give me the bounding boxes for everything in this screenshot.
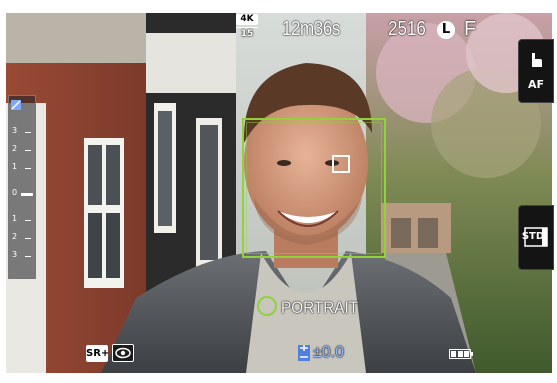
recording-time-remaining: 12m36s [282, 18, 340, 40]
resolution-label: 4K [236, 14, 258, 25]
scale-tick [25, 238, 31, 239]
battery-cell [451, 351, 456, 357]
scale-label: 1 [12, 162, 18, 171]
exposure-compensation-value: ±0.0 [313, 344, 345, 361]
frames-remaining: 2516 [388, 18, 426, 40]
af-button-label: AF [527, 78, 545, 91]
af-touch-button[interactable]: AF [518, 39, 554, 103]
image-size-icon: L [437, 21, 455, 39]
eye-af-point [332, 155, 350, 173]
frame-rate-label: 15 [236, 27, 258, 40]
exposure-scale-marker [21, 193, 33, 196]
scale-tick [25, 256, 31, 257]
scale-label: 3 [12, 126, 18, 135]
style-button-label: STD [521, 231, 545, 242]
image-quality: F [464, 18, 477, 40]
eye-icon [115, 347, 131, 359]
scene-recognition-badge: SR+ [86, 345, 109, 362]
scale-label: 3 [12, 250, 18, 259]
exposure-scale-icon [11, 100, 21, 110]
scale-label: 0 [12, 188, 18, 197]
scale-tick [25, 168, 31, 169]
camera-viewfinder: 4K 15 12m36s 2516 L F AF STD 3 2 1 0 1 2… [0, 0, 557, 383]
scene-mode-label: PORTRAIT [281, 298, 359, 317]
battery-icon [449, 349, 473, 359]
scale-tick [25, 150, 31, 151]
picture-style-button[interactable]: STD [518, 205, 554, 270]
battery-cell [457, 351, 463, 357]
scale-tick [25, 132, 31, 133]
movie-resolution-badge: 4K 15 [236, 14, 258, 42]
scale-tick [25, 220, 31, 221]
exposure-compensation-icon [298, 345, 310, 361]
scene-mode-icon [257, 296, 277, 316]
eye-detection-icon [112, 344, 134, 362]
exposure-indicator-scale: 3 2 1 0 1 2 3 [8, 95, 36, 279]
scale-label: 2 [12, 232, 18, 241]
scale-label: 2 [12, 144, 18, 153]
face-detection-frame-inner [246, 122, 382, 254]
scale-label: 1 [12, 214, 18, 223]
touch-hand-icon [532, 53, 542, 67]
battery-cell [464, 351, 469, 357]
